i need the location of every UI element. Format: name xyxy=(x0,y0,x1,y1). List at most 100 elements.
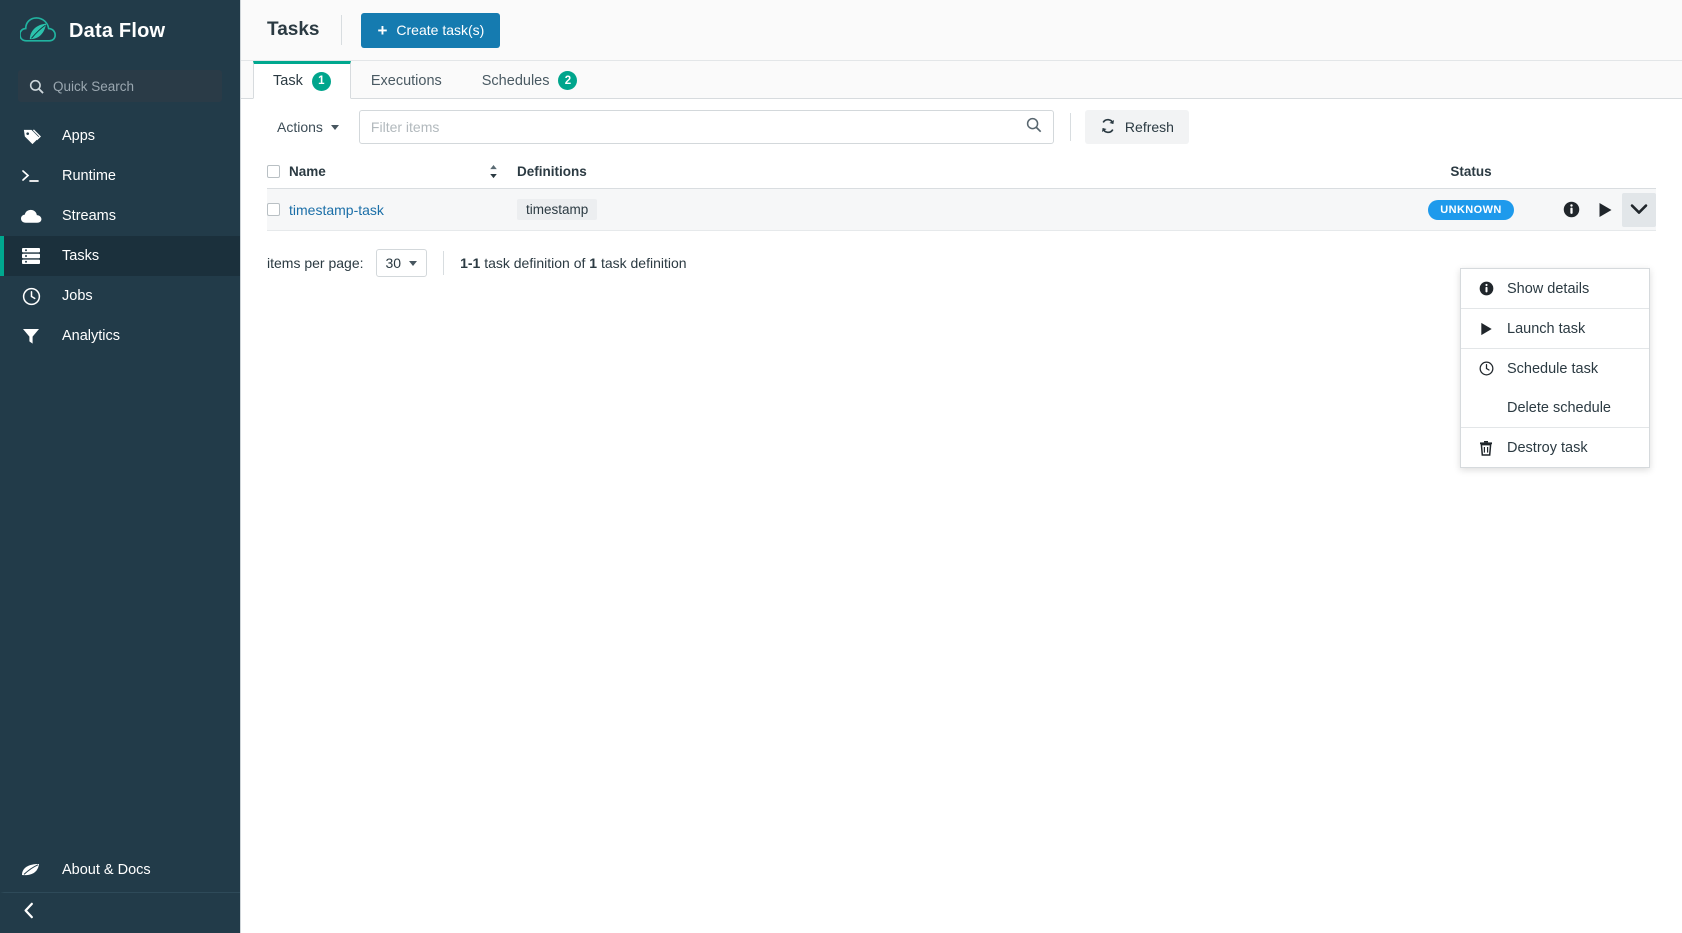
page-size-value: 30 xyxy=(385,255,402,271)
chevron-left-icon xyxy=(22,902,36,924)
sidebar-item-about-docs[interactable]: About & Docs xyxy=(0,847,240,893)
actions-dropdown-button[interactable]: Actions xyxy=(267,113,349,141)
row-checkbox-cell xyxy=(267,203,289,216)
row-context-menu: Show details Launch task Schedule task D… xyxy=(1460,268,1650,468)
clock-icon xyxy=(20,285,42,307)
brand: Data Flow xyxy=(0,0,240,62)
row-checkbox[interactable] xyxy=(267,203,280,216)
create-task-button[interactable]: + Create task(s) xyxy=(361,12,501,48)
spring-cloud-leaf-logo-icon xyxy=(19,16,57,46)
tab-badge: 2 xyxy=(558,71,578,90)
sidebar-item-label: Analytics xyxy=(62,328,121,344)
cell-definition: timestamp xyxy=(517,199,1396,220)
menu-item-label: Delete schedule xyxy=(1507,399,1611,416)
cell-name: timestamp-task xyxy=(289,202,469,218)
main-content: Tasks + Create task(s) Task 1 Executions… xyxy=(240,0,1682,933)
show-details-button[interactable] xyxy=(1554,193,1588,227)
column-header-status-label: Status xyxy=(1450,164,1492,179)
sidebar-collapse-button[interactable] xyxy=(0,893,240,933)
actions-label: Actions xyxy=(277,119,323,135)
cell-status: UNKNOWN xyxy=(1396,199,1546,220)
select-all-checkbox[interactable] xyxy=(267,165,280,178)
page-size-select[interactable]: 30 xyxy=(375,249,428,277)
tab-bar: Task 1 Executions Schedules 2 xyxy=(241,61,1682,99)
refresh-label: Refresh xyxy=(1124,119,1174,135)
sidebar-item-analytics[interactable]: Analytics xyxy=(0,316,240,356)
quick-search-input[interactable]: Quick Search xyxy=(18,70,222,102)
tab-label: Executions xyxy=(370,72,442,89)
brand-title: Data Flow xyxy=(69,19,166,42)
clock-icon xyxy=(1478,361,1494,376)
tab-badge: 1 xyxy=(311,71,331,91)
launch-task-button[interactable] xyxy=(1588,193,1622,227)
pagination-info-suffix: task definition xyxy=(597,255,687,271)
search-icon xyxy=(29,79,44,94)
sort-toggle-name[interactable] xyxy=(469,164,517,179)
sidebar-item-label: Tasks xyxy=(62,248,100,264)
pagination-divider xyxy=(443,251,445,275)
page-title: Tasks xyxy=(267,19,320,40)
sidebar-item-tasks[interactable]: Tasks xyxy=(0,236,240,276)
pagination-info-middle: task definition of xyxy=(480,255,590,271)
sidebar-item-runtime[interactable]: Runtime xyxy=(0,156,240,196)
select-all-checkbox-cell xyxy=(267,165,289,178)
column-header-name-label: Name xyxy=(289,164,326,179)
info-icon xyxy=(1478,281,1494,296)
row-menu-button[interactable] xyxy=(1622,192,1656,227)
chevron-down-icon xyxy=(409,260,418,266)
menu-item-schedule-task[interactable]: Schedule task xyxy=(1461,349,1649,388)
sidebar-item-label: Jobs xyxy=(62,288,93,304)
leaf-icon xyxy=(20,863,42,877)
toolbar-divider xyxy=(1069,113,1071,141)
tab-label: Task xyxy=(273,73,303,89)
menu-item-show-details[interactable]: Show details xyxy=(1461,269,1649,308)
menu-group: Show details xyxy=(1461,269,1649,309)
menu-item-label: Destroy task xyxy=(1507,439,1588,456)
cloud-icon xyxy=(20,205,42,227)
menu-group: Destroy task xyxy=(1461,428,1649,467)
cell-actions xyxy=(1546,192,1656,227)
menu-group: Launch task xyxy=(1461,309,1649,349)
table-toolbar: Actions Refresh xyxy=(241,99,1682,155)
sidebar-item-label: About & Docs xyxy=(62,861,151,878)
task-definitions-table: Name Definitions Status timestamp-task t… xyxy=(241,155,1682,231)
sidebar-item-jobs[interactable]: Jobs xyxy=(0,276,240,316)
funnel-icon xyxy=(20,325,42,347)
filter-input[interactable] xyxy=(370,119,1026,135)
pagination-range: 1-1 xyxy=(460,255,481,271)
definition-chip: timestamp xyxy=(517,199,598,220)
menu-item-label: Show details xyxy=(1507,280,1590,297)
refresh-button[interactable]: Refresh xyxy=(1084,110,1189,144)
chevron-down-icon xyxy=(330,124,339,130)
sidebar-item-label: Apps xyxy=(62,128,96,144)
column-header-status: Status xyxy=(1396,164,1546,179)
column-header-name[interactable]: Name xyxy=(289,164,469,179)
tag-icon xyxy=(20,125,42,147)
tab-task[interactable]: Task 1 xyxy=(253,61,351,99)
task-name-link[interactable]: timestamp-task xyxy=(289,202,384,218)
table-header-row: Name Definitions Status xyxy=(267,155,1656,189)
table-row[interactable]: timestamp-task timestamp UNKNOWN xyxy=(267,189,1656,231)
sidebar-item-label: Streams xyxy=(62,208,116,224)
play-icon xyxy=(1478,322,1494,336)
play-icon xyxy=(1599,202,1611,217)
menu-item-label: Schedule task xyxy=(1507,360,1599,377)
sidebar-item-apps[interactable]: Apps xyxy=(0,116,240,156)
filter-input-wrapper[interactable] xyxy=(358,110,1054,144)
tasks-icon xyxy=(20,245,42,267)
column-header-definitions[interactable]: Definitions xyxy=(517,164,1396,179)
header-divider xyxy=(341,15,343,45)
search-icon[interactable] xyxy=(1026,117,1042,138)
info-icon xyxy=(1563,201,1579,218)
refresh-icon xyxy=(1100,118,1116,137)
tab-schedules[interactable]: Schedules 2 xyxy=(462,61,598,99)
menu-group: Schedule task Delete schedule xyxy=(1461,349,1649,428)
menu-item-delete-schedule[interactable]: Delete schedule xyxy=(1461,388,1649,427)
menu-item-launch-task[interactable]: Launch task xyxy=(1461,309,1649,348)
menu-item-destroy-task[interactable]: Destroy task xyxy=(1461,428,1649,467)
tab-executions[interactable]: Executions xyxy=(351,61,462,99)
trash-icon xyxy=(1478,440,1494,456)
sidebar-item-streams[interactable]: Streams xyxy=(0,196,240,236)
pagination-info: 1-1 task definition of 1 task definition xyxy=(460,255,686,271)
items-per-page-label: items per page: xyxy=(267,255,364,271)
